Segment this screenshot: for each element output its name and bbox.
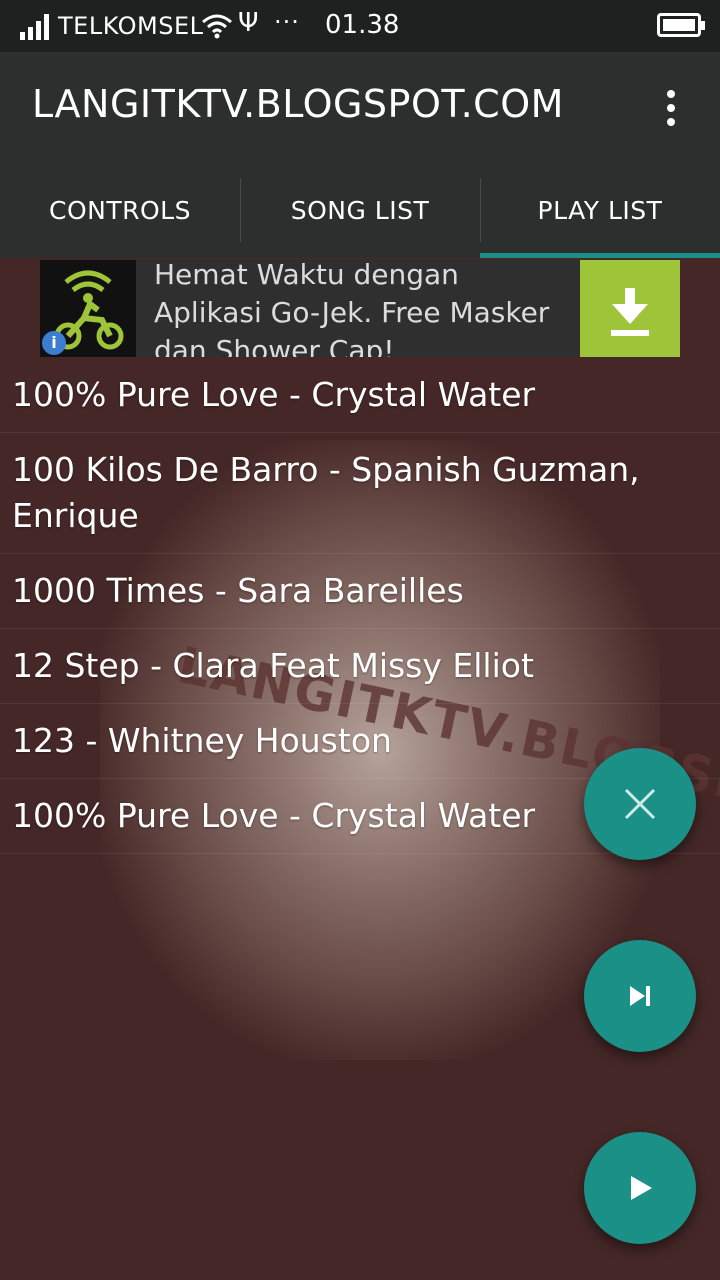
- carrier-name: TELKOMSEL: [58, 12, 204, 40]
- ad-text: Hemat Waktu dengan Aplikasi Go-Jek. Free…: [154, 260, 550, 357]
- tab-label: PLAY LIST: [537, 195, 663, 225]
- battery-icon: [657, 13, 705, 37]
- wifi-icon: [202, 14, 232, 39]
- tab-bar: CONTROLS SONG LIST PLAY LIST: [0, 162, 720, 258]
- playlist-item[interactable]: 12 Step - Clara Feat Missy Elliot: [0, 629, 720, 704]
- signal-icon: [20, 14, 54, 40]
- more-notifications-icon: ···: [274, 8, 300, 36]
- app-bar: LANGITKTV.BLOGSPOT.COM: [0, 52, 720, 162]
- app-title: LANGITKTV.BLOGSPOT.COM: [32, 82, 564, 126]
- tab-song-list[interactable]: SONG LIST: [240, 162, 480, 258]
- tab-label: CONTROLS: [49, 195, 191, 225]
- tab-play-list[interactable]: PLAY LIST: [480, 162, 720, 258]
- skip-next-button[interactable]: [584, 940, 696, 1052]
- tab-selected-indicator: [480, 253, 720, 258]
- clear-playlist-button[interactable]: [584, 748, 696, 860]
- status-bar: TELKOMSEL Ψ ··· 01.38: [0, 0, 720, 52]
- status-time: 01.38: [325, 10, 400, 40]
- overflow-menu-icon[interactable]: [660, 88, 684, 128]
- close-icon: [624, 788, 656, 820]
- skip-next-icon: [630, 986, 650, 1006]
- tab-label: SONG LIST: [290, 195, 430, 225]
- playlist-item[interactable]: 100 Kilos De Barro - Spanish Guzman, Enr…: [0, 433, 720, 554]
- tab-controls[interactable]: CONTROLS: [0, 162, 240, 258]
- ad-info-icon[interactable]: i: [42, 331, 66, 355]
- playlist-item[interactable]: 100% Pure Love - Crystal Water: [0, 358, 720, 433]
- usb-icon: Ψ: [238, 8, 259, 38]
- play-icon: [631, 1176, 652, 1200]
- playlist-item[interactable]: 1000 Times - Sara Bareilles: [0, 554, 720, 629]
- download-icon[interactable]: [580, 260, 680, 357]
- ad-banner[interactable]: i Hemat Waktu dengan Aplikasi Go-Jek. Fr…: [40, 260, 680, 357]
- play-button[interactable]: [584, 1132, 696, 1244]
